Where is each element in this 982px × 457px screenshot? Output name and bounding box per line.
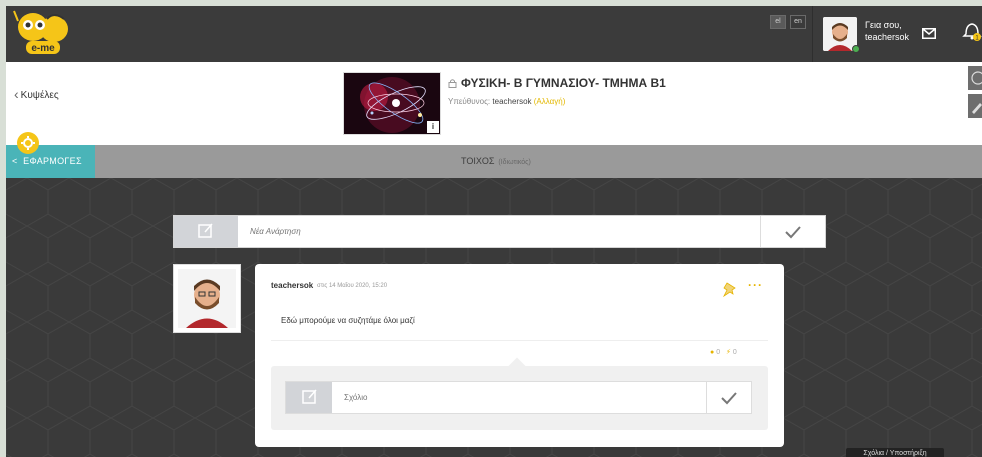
edit-side-button[interactable] bbox=[968, 94, 982, 118]
owner-name: teachersok bbox=[492, 97, 532, 106]
checkmark-icon bbox=[785, 226, 801, 239]
wall-area: teachersok στις 14 Μαΐου 2020, 15:20 ···… bbox=[6, 178, 982, 457]
wall-title: ΤΟΙΧΟΣ (Ιδιωτικός) bbox=[461, 156, 531, 166]
user-greeting: Γεια σου, teachersok bbox=[865, 19, 909, 43]
app-frame: e-me el en Γεια σου, teachersok 1 ‹ Κυψέ… bbox=[6, 6, 982, 457]
edit-icon[interactable] bbox=[174, 216, 238, 247]
apps-label: ΕΦΑΡΜΟΓΕΣ bbox=[23, 156, 82, 166]
top-bar: e-me el en Γεια σου, teachersok 1 bbox=[6, 6, 982, 62]
wall-label-text: ΤΟΙΧΟΣ bbox=[461, 156, 495, 166]
e-me-logo[interactable]: e-me bbox=[12, 9, 74, 59]
logo-text: e-me bbox=[31, 43, 55, 54]
user-menu[interactable]: Γεια σου, teachersok bbox=[812, 6, 916, 62]
comment-bubble-icon[interactable]: ● bbox=[710, 349, 714, 356]
gear-icon[interactable] bbox=[17, 132, 39, 154]
back-to-hives-link[interactable]: ‹ Κυψέλες bbox=[14, 86, 59, 102]
wall-privacy: (Ιδιωτικός) bbox=[498, 159, 531, 166]
comment-area bbox=[271, 357, 768, 430]
feedback-support-tab[interactable]: Σχόλια / Υποστήριξη bbox=[846, 448, 944, 457]
course-header: ‹ Κυψέλες i ΦΥΣΙΚΗ- Β ΓΥΜΝΑΣΙΟΥ- ΤΜΗΜΑ Β1 bbox=[6, 62, 982, 145]
lightning-icon[interactable]: ⚡ bbox=[726, 349, 731, 356]
post-author-avatar[interactable] bbox=[173, 264, 241, 333]
post-divider bbox=[271, 340, 768, 341]
comment-notch bbox=[508, 357, 526, 375]
submit-comment-button[interactable] bbox=[706, 382, 751, 413]
back-label: Κυψέλες bbox=[20, 90, 59, 101]
post-author[interactable]: teachersok bbox=[271, 281, 313, 290]
pin-icon[interactable] bbox=[721, 281, 739, 298]
language-el[interactable]: el bbox=[770, 15, 786, 29]
language-en[interactable]: en bbox=[790, 15, 806, 29]
chevron-left-icon: ‹ bbox=[14, 86, 19, 102]
comments-count: 0 bbox=[716, 349, 721, 356]
submit-post-button[interactable] bbox=[760, 216, 825, 247]
change-owner-link[interactable]: (Αλλαγή) bbox=[534, 97, 566, 106]
mail-icon[interactable] bbox=[922, 26, 936, 39]
new-post-input[interactable] bbox=[238, 216, 760, 247]
lock-icon bbox=[448, 77, 457, 91]
comment-bar bbox=[285, 381, 752, 414]
username-text: teachersok bbox=[865, 32, 910, 42]
apps-bar: < ΕΦΑΡΜΟΓΕΣ ΤΟΙΧΟΣ (Ιδιωτικός) bbox=[6, 145, 982, 178]
checkmark-icon bbox=[721, 392, 737, 405]
course-thumbnail[interactable]: i bbox=[343, 72, 441, 135]
course-title-text: ΦΥΣΙΚΗ- Β ΓΥΜΝΑΣΙΟΥ- ΤΜΗΜΑ Β1 bbox=[461, 76, 666, 90]
help-side-button[interactable] bbox=[968, 66, 982, 90]
post-body: Εδώ μπορούμε να συζητάμε όλοι μαζί bbox=[281, 316, 415, 325]
greeting-text: Γεια σου, bbox=[865, 20, 902, 30]
course-owner: Υπεύθυνος: teachersok (Αλλαγή) bbox=[448, 97, 565, 106]
owner-label: Υπεύθυνος: bbox=[448, 97, 491, 106]
chevron-left-icon: < bbox=[12, 156, 24, 166]
new-post-bar bbox=[173, 215, 826, 248]
more-options-icon[interactable]: ··· bbox=[748, 278, 763, 292]
online-status-dot bbox=[852, 45, 860, 53]
post-stats: ● 0 ⚡ 0 bbox=[710, 348, 737, 356]
course-title: ΦΥΣΙΚΗ- Β ΓΥΜΝΑΣΙΟΥ- ΤΜΗΜΑ Β1 bbox=[448, 76, 666, 91]
edit-icon[interactable] bbox=[286, 382, 332, 413]
info-icon[interactable]: i bbox=[427, 121, 439, 133]
bell-icon[interactable]: 1 bbox=[962, 20, 982, 42]
likes-count: 0 bbox=[732, 349, 737, 356]
post-date: στις 14 Μαΐου 2020, 15:20 bbox=[317, 283, 388, 289]
comment-input[interactable] bbox=[332, 382, 706, 413]
post-card: teachersok στις 14 Μαΐου 2020, 15:20 ···… bbox=[255, 264, 784, 447]
